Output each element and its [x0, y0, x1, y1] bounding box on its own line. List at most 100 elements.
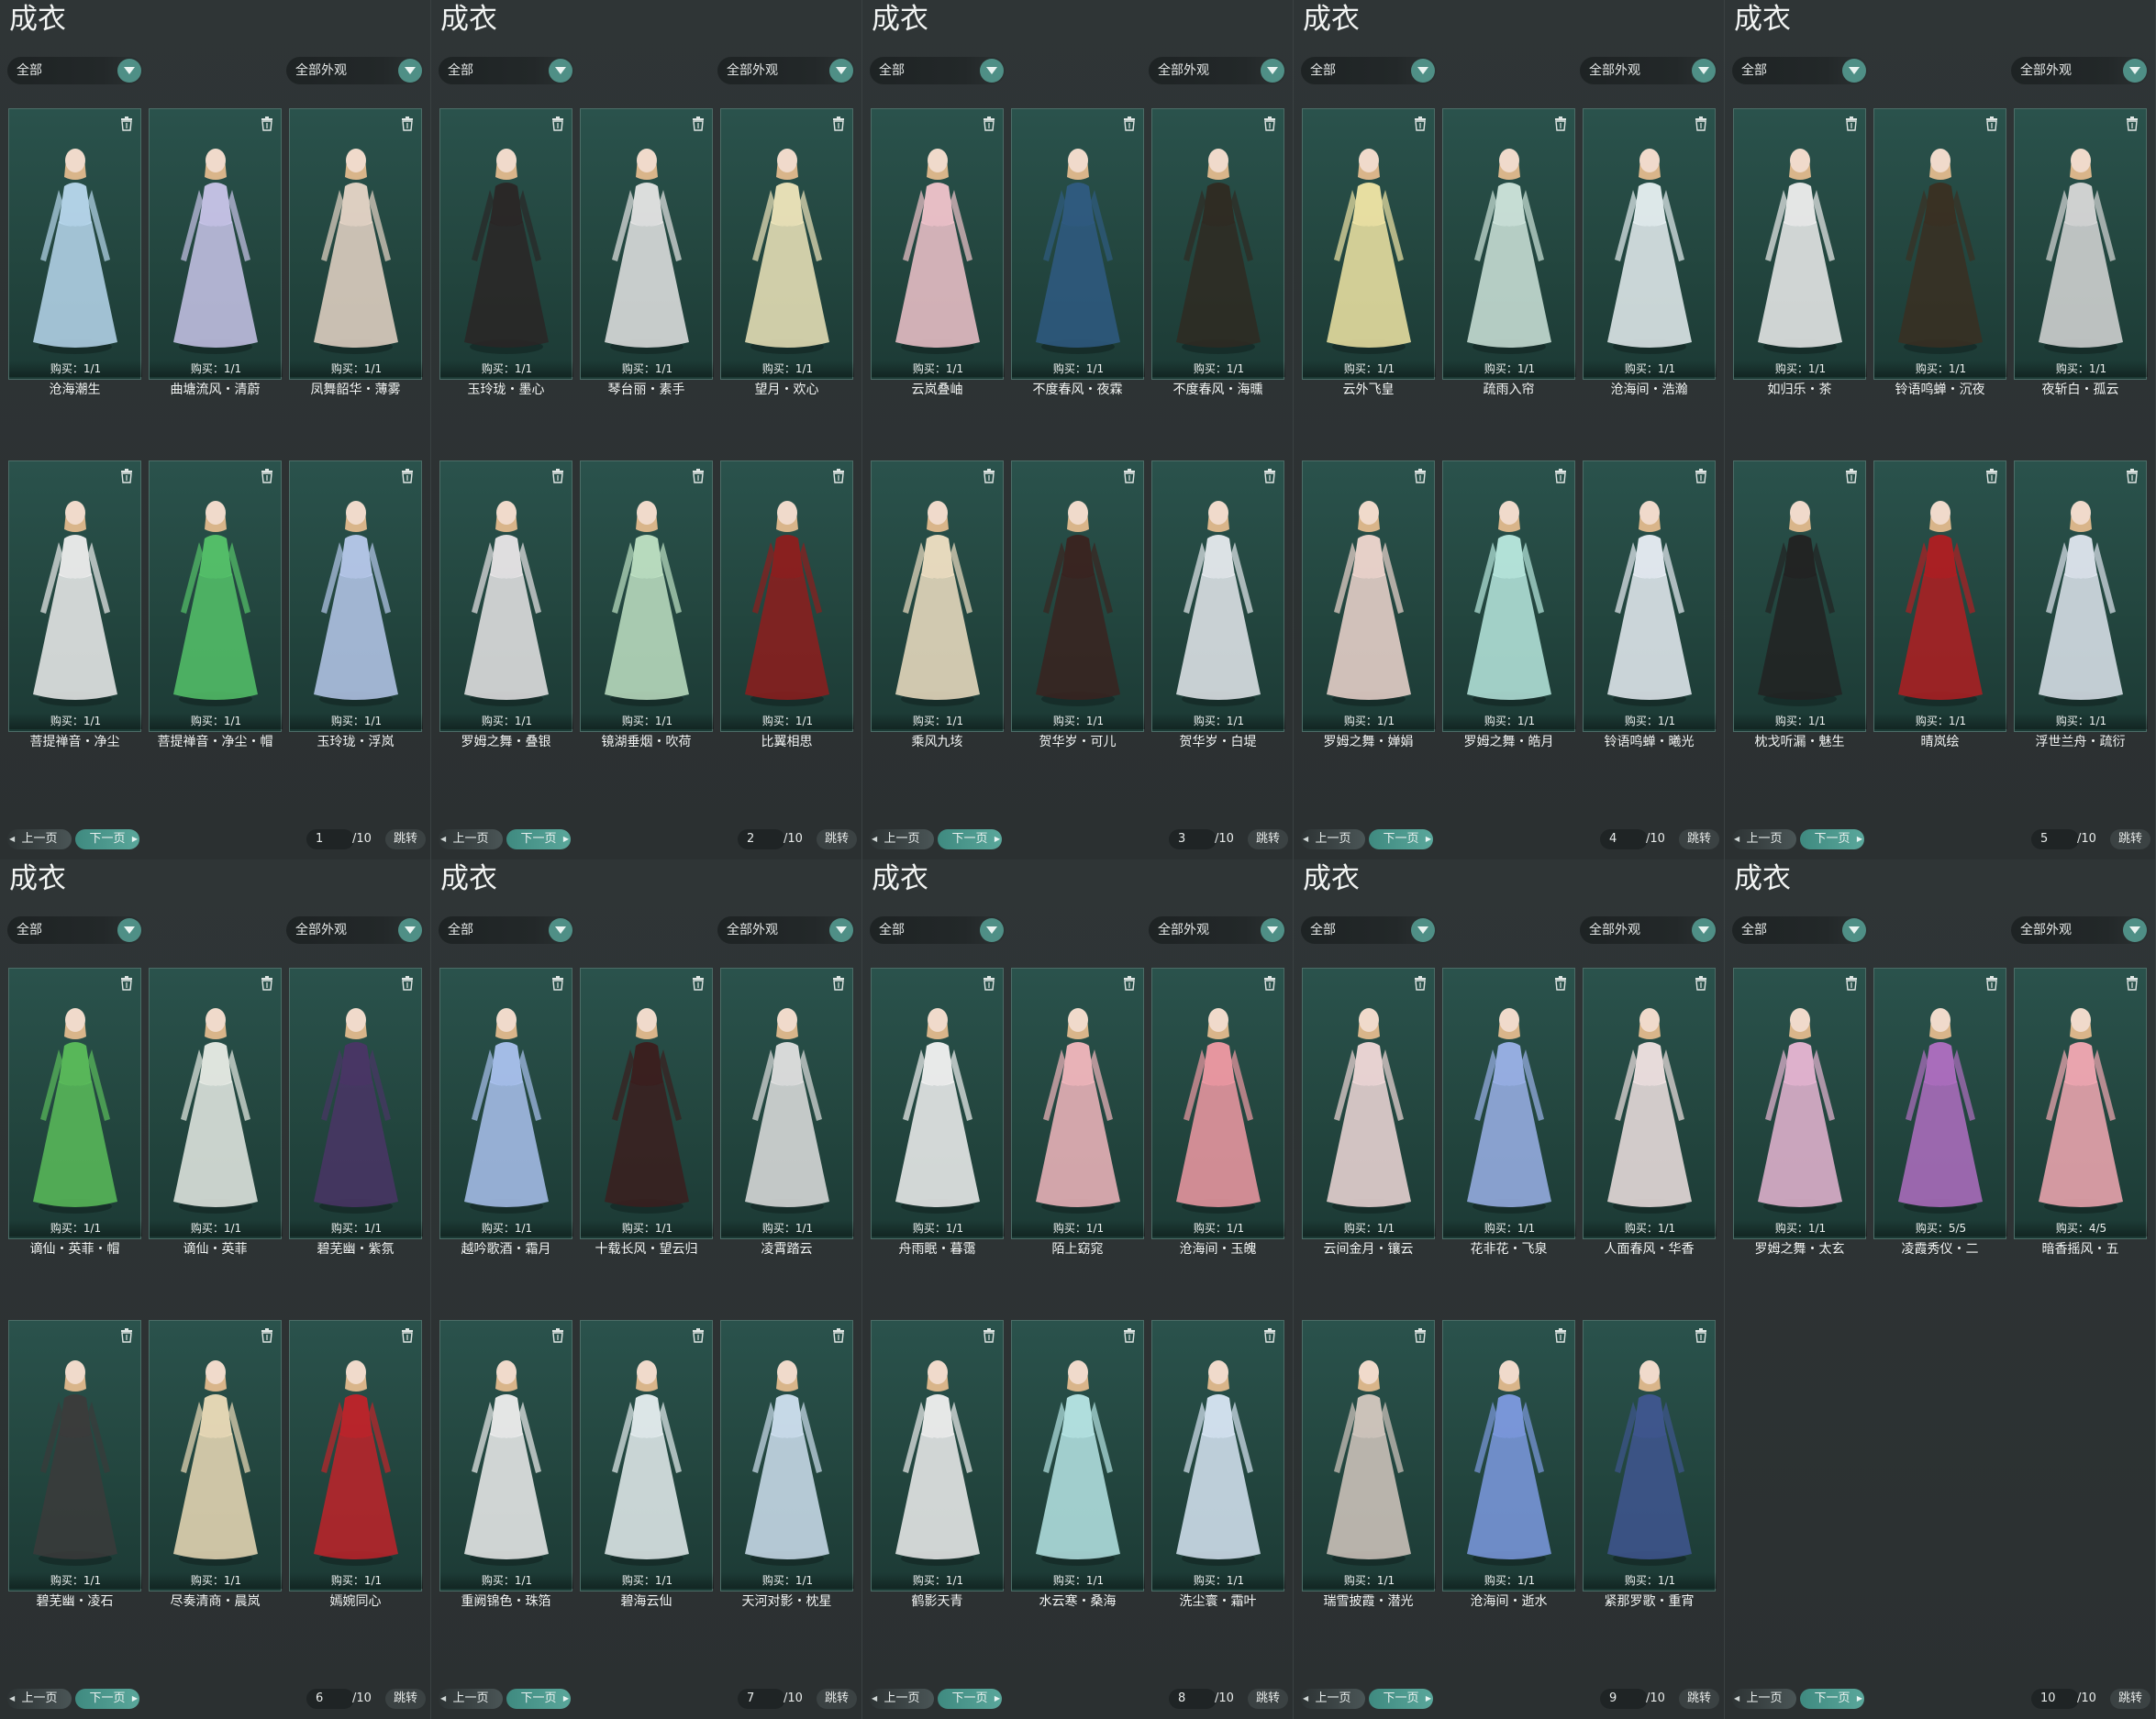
appearance-filter-dropdown[interactable]: 全部外观 [1580, 57, 1717, 84]
outfit-card[interactable]: 购买：1/1 晴岚绘 [1873, 460, 2007, 749]
next-page-button[interactable]: 下一页 [1369, 829, 1433, 849]
outfit-card[interactable]: 购买：1/1 尽奏清商・晨岚 [149, 1320, 283, 1609]
trash-icon[interactable] [1263, 469, 1276, 483]
jump-button[interactable]: 跳转 [1679, 1689, 1719, 1709]
chevron-down-icon[interactable] [1261, 918, 1284, 942]
outfit-card[interactable]: 购买：1/1 凌霄踏云 [720, 968, 854, 1257]
outfit-card[interactable]: 购买：1/1 沧海间・浩瀚 [1583, 108, 1717, 397]
trash-icon[interactable] [261, 116, 273, 131]
trash-icon[interactable] [120, 1328, 133, 1343]
outfit-card[interactable]: 购买：1/1 嫣婉同心 [289, 1320, 423, 1609]
outfit-card[interactable]: 购买：1/1 沧海潮生 [8, 108, 142, 397]
outfit-card[interactable]: 购买：1/1 菩提禅音・净尘 [8, 460, 142, 749]
trash-icon[interactable] [1263, 1328, 1276, 1343]
outfit-card[interactable]: 购买：1/1 不度春风・海曛 [1151, 108, 1285, 397]
outfit-card[interactable]: 购买：1/1 花非花・飞泉 [1442, 968, 1576, 1257]
trash-icon[interactable] [401, 116, 414, 131]
outfit-card[interactable]: 购买：1/1 枕戈听漏・魅生 [1733, 460, 1867, 749]
appearance-filter-dropdown[interactable]: 全部外观 [1149, 57, 1286, 84]
trash-icon[interactable] [1985, 116, 1998, 131]
trash-icon[interactable] [1414, 1328, 1427, 1343]
page-number-input[interactable]: 9 [1600, 1689, 1648, 1709]
outfit-card[interactable]: 购买：1/1 贺华岁・可儿 [1011, 460, 1145, 749]
trash-icon[interactable] [692, 469, 705, 483]
appearance-filter-dropdown[interactable]: 全部外观 [286, 57, 424, 84]
next-page-button[interactable]: 下一页 [506, 1689, 571, 1709]
chevron-down-icon[interactable] [1692, 918, 1716, 942]
prev-page-button[interactable]: 上一页 [7, 1689, 72, 1709]
outfit-card[interactable]: 购买：1/1 水云寒・桑海 [1011, 1320, 1145, 1609]
outfit-card[interactable]: 购买：1/1 罗姆之舞・叠银 [439, 460, 573, 749]
next-page-button[interactable]: 下一页 [506, 829, 571, 849]
jump-button[interactable]: 跳转 [2110, 829, 2150, 849]
outfit-card[interactable]: 购买：1/1 谪仙・英菲・帽 [8, 968, 142, 1257]
jump-button[interactable]: 跳转 [385, 829, 426, 849]
next-page-button[interactable]: 下一页 [75, 829, 139, 849]
chevron-down-icon[interactable] [117, 918, 141, 942]
trash-icon[interactable] [1695, 116, 1707, 131]
chevron-down-icon[interactable] [2123, 59, 2147, 83]
outfit-card[interactable]: 购买：1/1 重阙锦色・珠箔 [439, 1320, 573, 1609]
trash-icon[interactable] [832, 1328, 845, 1343]
outfit-card[interactable]: 购买：1/1 菩提禅音・净尘・帽 [149, 460, 283, 749]
appearance-filter-dropdown[interactable]: 全部外观 [2011, 57, 2149, 84]
trash-icon[interactable] [983, 1328, 995, 1343]
trash-icon[interactable] [983, 116, 995, 131]
outfit-card[interactable]: 购买：1/1 人面春风・华香 [1583, 968, 1717, 1257]
trash-icon[interactable] [983, 469, 995, 483]
trash-icon[interactable] [832, 976, 845, 991]
trash-icon[interactable] [120, 469, 133, 483]
outfit-card[interactable]: 购买：1/1 瑞雪披霞・潜光 [1302, 1320, 1436, 1609]
jump-button[interactable]: 跳转 [817, 829, 857, 849]
outfit-card[interactable]: 购买：1/1 铃语鸣蝉・沉夜 [1873, 108, 2007, 397]
trash-icon[interactable] [1695, 976, 1707, 991]
outfit-card[interactable]: 购买：1/1 曲塘流风・清蔚 [149, 108, 283, 397]
category-filter-dropdown[interactable]: 全部 [1301, 57, 1437, 84]
page-number-input[interactable]: 3 [1169, 829, 1217, 849]
trash-icon[interactable] [551, 116, 564, 131]
trash-icon[interactable] [1554, 976, 1567, 991]
trash-icon[interactable] [692, 1328, 705, 1343]
category-filter-dropdown[interactable]: 全部 [7, 916, 143, 944]
outfit-card[interactable]: 购买：1/1 罗姆之舞・皓月 [1442, 460, 1576, 749]
category-filter-dropdown[interactable]: 全部 [870, 57, 1006, 84]
category-filter-dropdown[interactable]: 全部 [870, 916, 1006, 944]
outfit-card[interactable]: 购买：1/1 紧那罗歌・重宵 [1583, 1320, 1717, 1609]
prev-page-button[interactable]: 上一页 [870, 1689, 934, 1709]
prev-page-button[interactable]: 上一页 [870, 829, 934, 849]
trash-icon[interactable] [1123, 116, 1136, 131]
appearance-filter-dropdown[interactable]: 全部外观 [717, 916, 855, 944]
outfit-card[interactable]: 购买：1/1 十载长风・望云归 [580, 968, 714, 1257]
chevron-down-icon[interactable] [1842, 918, 1866, 942]
trash-icon[interactable] [1695, 1328, 1707, 1343]
outfit-card[interactable]: 购买：1/1 不度春风・夜霖 [1011, 108, 1145, 397]
page-number-input[interactable]: 4 [1600, 829, 1648, 849]
appearance-filter-dropdown[interactable]: 全部外观 [286, 916, 424, 944]
outfit-card[interactable]: 购买：1/1 铃语鸣蝉・曦光 [1583, 460, 1717, 749]
chevron-down-icon[interactable] [398, 59, 422, 83]
jump-button[interactable]: 跳转 [817, 1689, 857, 1709]
prev-page-button[interactable]: 上一页 [1301, 1689, 1365, 1709]
outfit-card[interactable]: 购买：1/1 玉玲珑・墨心 [439, 108, 573, 397]
trash-icon[interactable] [692, 116, 705, 131]
outfit-card[interactable]: 购买：5/5 凌霞秀仪・二 [1873, 968, 2007, 1257]
trash-icon[interactable] [401, 469, 414, 483]
trash-icon[interactable] [1845, 976, 1858, 991]
category-filter-dropdown[interactable]: 全部 [7, 57, 143, 84]
trash-icon[interactable] [261, 469, 273, 483]
outfit-card[interactable]: 购买：1/1 浮世兰舟・疏衍 [2014, 460, 2148, 749]
trash-icon[interactable] [1985, 469, 1998, 483]
page-number-input[interactable]: 2 [738, 829, 785, 849]
chevron-down-icon[interactable] [1411, 59, 1435, 83]
trash-icon[interactable] [551, 1328, 564, 1343]
outfit-card[interactable]: 购买：1/1 比翼相思 [720, 460, 854, 749]
chevron-down-icon[interactable] [398, 918, 422, 942]
trash-icon[interactable] [120, 116, 133, 131]
prev-page-button[interactable]: 上一页 [439, 829, 503, 849]
trash-icon[interactable] [1554, 116, 1567, 131]
outfit-card[interactable]: 购买：1/1 碧海云仙 [580, 1320, 714, 1609]
next-page-button[interactable]: 下一页 [938, 829, 1002, 849]
trash-icon[interactable] [2126, 116, 2139, 131]
outfit-card[interactable]: 购买：1/1 天河对影・枕星 [720, 1320, 854, 1609]
category-filter-dropdown[interactable]: 全部 [1732, 57, 1868, 84]
